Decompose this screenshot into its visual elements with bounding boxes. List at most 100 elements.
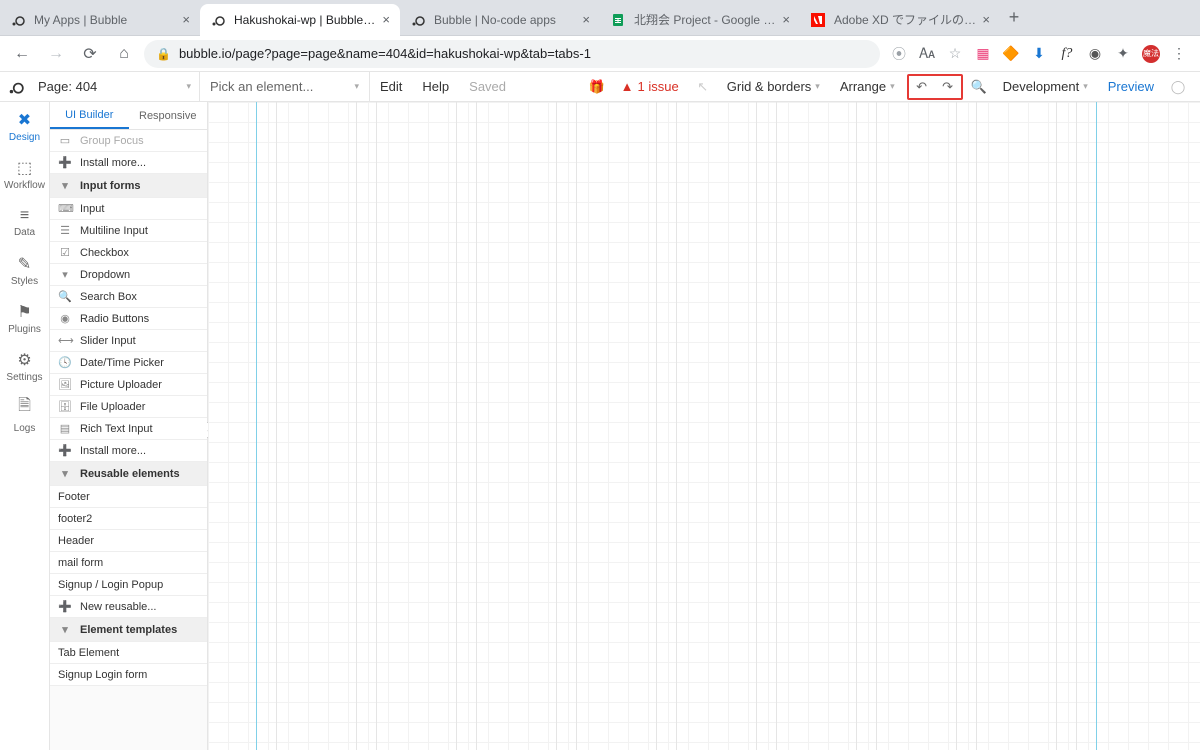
star-icon[interactable]: ☆ [946,45,964,63]
picture-icon: 🖼 [58,378,72,391]
edit-menu[interactable]: Edit [370,72,412,101]
rail-data[interactable]: ≡Data [0,198,49,246]
rail-design[interactable]: ✖Design [0,102,49,150]
browser-tab[interactable]: Adobe XD でファイルのインポー × [800,4,1000,36]
input-icon: ⌨ [58,202,72,215]
gift-icon[interactable]: 🎁 [583,73,611,101]
chevron-down-icon: ▾ [58,623,72,636]
tab-responsive[interactable]: Responsive [129,102,208,129]
location-icon[interactable]: ⦿ [890,45,908,63]
close-icon[interactable]: × [782,12,790,27]
preview-button[interactable]: Preview [1098,79,1164,94]
section-reusable[interactable]: ▾Reusable elements [50,462,207,486]
palette-item[interactable]: 🖼Picture Uploader [50,374,207,396]
chevron-down-icon: ▾ [815,81,820,92]
search-icon: 🔍 [58,290,72,303]
palette-item[interactable]: Signup Login form [50,664,207,686]
palette-item[interactable]: footer2 [50,508,207,530]
editor-canvas[interactable] [208,102,1200,750]
rail-styles[interactable]: ✎Styles [0,246,49,294]
install-more[interactable]: ➕Install more... [50,152,207,174]
palette-item[interactable]: ▭Group Focus [50,130,207,152]
palette-item[interactable]: Signup / Login Popup [50,574,207,596]
close-icon[interactable]: × [582,12,590,27]
section-input-forms[interactable]: ▾Input forms [50,174,207,198]
url-text: bubble.io/page?page=page&name=404&id=hak… [179,46,591,61]
page-label: Page: 404 [38,79,97,94]
palette-item[interactable]: 🕓Date/Time Picker [50,352,207,374]
palette-item[interactable]: ▤Rich Text Input [50,418,207,440]
undo-button[interactable]: ↶ [909,76,935,98]
element-picker[interactable]: Pick an element... ▾ [200,72,370,101]
bubble-logo-icon [8,79,24,95]
palette-item[interactable]: 🗄File Uploader [50,396,207,418]
downloads-ext-icon[interactable]: ⬇ [1030,45,1048,63]
environment-selector[interactable]: Development ▾ [993,79,1098,94]
slider-icon: ⟷ [58,334,72,347]
palette-item[interactable]: ⟷Slider Input [50,330,207,352]
checkbox-icon: ☑ [58,246,72,259]
browser-tab[interactable]: My Apps | Bubble × [0,4,200,36]
browser-tab[interactable]: Bubble | No-code apps × [400,4,600,36]
whatfont-ext-icon[interactable]: f? [1058,45,1076,63]
translate-icon[interactable]: 🗛 [918,45,936,63]
rail-workflow[interactable]: ⬚Workflow [0,150,49,198]
plugins-icon: ⚑ [17,302,31,322]
palette-item[interactable]: ⌨Input [50,198,207,220]
help-menu[interactable]: Help [412,72,459,101]
palette-item[interactable]: ◉Radio Buttons [50,308,207,330]
browser-tab[interactable]: 北翔会 Project - Google スプレ × [600,4,800,36]
palette-item[interactable]: Header [50,530,207,552]
close-icon[interactable]: × [382,12,390,27]
search-icon[interactable]: 🔍 [965,73,993,101]
logs-icon: 🗎 [18,394,31,421]
chevron-down-icon: ▾ [186,81,191,92]
user-avatar-icon[interactable]: ◯ [1164,73,1192,101]
tab-ui-builder[interactable]: UI Builder [50,102,129,129]
new-reusable[interactable]: ➕New reusable... [50,596,207,618]
new-tab-button[interactable]: + [1000,7,1028,28]
palette-item[interactable]: Footer [50,486,207,508]
palette-item[interactable]: 🔍Search Box [50,286,207,308]
palette-item[interactable]: ☑Checkbox [50,242,207,264]
section-templates[interactable]: ▾Element templates [50,618,207,642]
multiline-icon: ☰ [58,224,72,237]
calendar-ext-icon[interactable]: ▦ [974,45,992,63]
back-button[interactable]: ← [8,40,36,68]
kebab-menu-icon[interactable]: ⋮ [1170,45,1188,63]
clock-icon: 🕓 [58,356,72,369]
colorful-ext-icon[interactable]: 🔶 [1002,45,1020,63]
browser-tab[interactable]: Hakushokai-wp | Bubble Editor × [200,4,400,36]
gear-icon: ⚙ [17,350,31,370]
richtext-icon: ▤ [58,422,72,435]
bubble-icon [210,12,226,28]
palette-item[interactable]: ▾Dropdown [50,264,207,286]
chevron-down-icon: ▾ [890,81,895,92]
palette-item[interactable]: ☰Multiline Input [50,220,207,242]
tab-title: Adobe XD でファイルのインポー [834,11,976,28]
redo-button[interactable]: ↷ [935,76,961,98]
palette-item[interactable]: mail form [50,552,207,574]
close-icon[interactable]: × [182,12,190,27]
extensions-icon[interactable]: ✦ [1114,45,1132,63]
browser-tab-strip: My Apps | Bubble × Hakushokai-wp | Bubbl… [0,0,1200,36]
arrange-menu[interactable]: Arrange ▾ [830,72,905,101]
url-input[interactable]: 🔒 bubble.io/page?page=page&name=404&id=h… [144,40,880,68]
dark-ext-icon[interactable]: ◉ [1086,45,1104,63]
rail-logs[interactable]: 🗎Logs [0,390,49,438]
palette-item[interactable]: Tab Element [50,642,207,664]
page-selector[interactable]: Page: 404 ▾ [30,72,200,101]
main-area: ✖Design ⬚Workflow ≡Data ✎Styles ⚑Plugins… [0,102,1200,750]
palette-list[interactable]: ▭Group Focus ➕Install more... ▾Input for… [50,130,207,750]
rail-settings[interactable]: ⚙Settings [0,342,49,390]
install-more[interactable]: ➕Install more... [50,440,207,462]
rail-plugins[interactable]: ⚑Plugins [0,294,49,342]
profile-badge-icon[interactable]: 魔法 [1142,45,1160,63]
close-icon[interactable]: × [982,12,990,27]
cursor-icon[interactable]: ↖ [689,73,717,101]
grid-borders-menu[interactable]: Grid & borders ▾ [717,72,830,101]
home-button[interactable]: ⌂ [110,40,138,68]
forward-button[interactable]: → [42,40,70,68]
reload-button[interactable]: ⟳ [76,40,104,68]
issues-indicator[interactable]: ▲ 1 issue [611,79,689,94]
